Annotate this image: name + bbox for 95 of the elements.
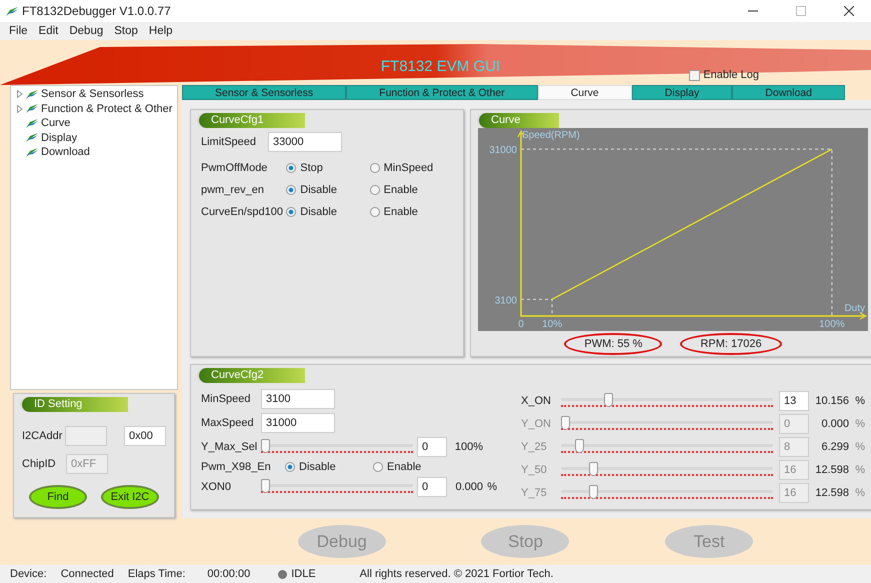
percent-text: 6.299 [820, 441, 849, 453]
limit-speed-field[interactable]: 33000 [268, 132, 342, 152]
speed-field[interactable]: 3100 [261, 389, 335, 409]
group-title: Curve [479, 113, 559, 128]
y-tick-label: 31000 [489, 145, 517, 156]
tree-item[interactable]: Display [17, 130, 177, 145]
menu-item[interactable]: Stop [109, 25, 143, 37]
value-field[interactable]: 0 [417, 437, 447, 457]
i2c-button[interactable]: Find [29, 485, 87, 509]
unit-text: % [854, 441, 865, 453]
tree-item[interactable]: Download [17, 145, 177, 160]
x-axis-title: Duty [844, 303, 865, 314]
tab[interactable]: Curve [538, 85, 632, 100]
y-axis-title: Speed(RPM) [522, 130, 580, 141]
tab[interactable]: Display [632, 85, 732, 100]
group-title: CurveCfg1 [199, 113, 305, 128]
slider[interactable] [561, 484, 773, 502]
expand-arrow-icon[interactable] [17, 90, 23, 98]
tab[interactable]: Download [732, 85, 846, 100]
slider-label: Y_50 [521, 464, 548, 476]
status-label: Elaps Time: [128, 568, 186, 580]
radio-option[interactable]: Disable [285, 461, 373, 473]
unit-text: % [486, 481, 497, 493]
value-field[interactable]: 0 [417, 477, 447, 497]
percent-text: 10.156 [814, 395, 849, 407]
state-text: IDLE [291, 568, 316, 580]
group-title: CurveCfg2 [199, 368, 305, 383]
percent-text: 12.598 [814, 464, 849, 476]
x-tick-label: 100% [819, 319, 845, 330]
window-title: FT8132Debugger V1.0.0.77 [22, 4, 172, 18]
address-field[interactable] [64, 426, 107, 446]
slider[interactable] [561, 415, 773, 433]
banner-title: FT8132 EVM GUI [380, 58, 500, 75]
leaf-icon [26, 118, 38, 128]
slider[interactable] [261, 478, 413, 496]
curve-config-panel: CurveCfg1 LimitSpeed 33000 PwmOffMode Stop MinSpeed pwm_rev_en Disable Enable CurveEn/spd100 Disable Enable [190, 109, 464, 357]
unit-text: % [854, 418, 865, 430]
percent-text: 0.000 [454, 481, 483, 493]
slider-label: Y_25 [521, 441, 548, 453]
enable-log-checkbox[interactable]: Enable Log [689, 69, 759, 81]
tree-item[interactable]: Curve [17, 116, 177, 130]
radio-option[interactable]: Disable [286, 184, 370, 196]
menu-item[interactable]: Debug [64, 25, 108, 37]
tree-item[interactable]: Sensor & Sensorless [17, 87, 177, 102]
slider[interactable] [561, 461, 773, 479]
leaf-icon [26, 104, 38, 114]
leaf-icon [6, 6, 18, 16]
expand-arrow-icon[interactable] [17, 104, 23, 113]
radio-option[interactable]: Enable [370, 206, 454, 218]
leaf-icon [26, 148, 38, 157]
device-status: Connected [60, 568, 114, 580]
radio-option[interactable]: Disable [286, 206, 370, 218]
x-tick-label: 10% [542, 319, 562, 330]
slider[interactable] [561, 392, 773, 410]
unit-text: % [854, 464, 865, 476]
tab[interactable]: Sensor & Sensorless [182, 85, 346, 100]
reading-text: RPM: 17026 [680, 333, 782, 355]
status-label: Device: [10, 568, 47, 580]
value-field[interactable]: 13 [779, 391, 809, 411]
menu-item[interactable]: Edit [34, 25, 64, 37]
close-icon [844, 6, 854, 16]
curve-config-panel: CurveCfg2 MinSpeed 3100 MaxSpeed 31000 Y_Max_Sel 0 100% Pwm_X98_En Disable Enable XON0 0 0.000 % X_ON 13 10.156 % Y_ON 0 0.000 % Y_25 8 6.299 % Y_50 16 12.598 % Y_75 16 12.598 % [190, 364, 871, 510]
radio-option[interactable]: Enable [370, 184, 454, 196]
id-setting-panel: ID Setting I2CAddr 0x00 ChipID 0xFF Find Exit I2C [13, 393, 175, 518]
minimize-icon [748, 10, 758, 12]
maximize-icon [796, 6, 806, 16]
menu-item[interactable]: Help [144, 25, 178, 37]
slider[interactable] [261, 438, 413, 456]
tree-item[interactable]: Function & Protect & Other [17, 102, 177, 116]
slider[interactable] [561, 438, 773, 456]
leaf-icon [26, 90, 38, 99]
status-dot-icon [278, 570, 288, 578]
slider-label: X_ON [521, 395, 552, 407]
elapsed-time: 00:00:00 [207, 568, 250, 580]
copyright-text: All rights reserved. © 2021 Fortior Tech. [360, 568, 554, 580]
x-tick-label: 0 [518, 319, 524, 330]
menu-item[interactable]: File [4, 25, 33, 37]
unit-text: % [854, 395, 865, 407]
unit-text: % [854, 487, 865, 499]
percent-text: 12.598 [814, 487, 849, 499]
tab[interactable]: Function & Protect & Other [346, 85, 538, 100]
percent-text: 0.000 [820, 418, 849, 430]
radio-option[interactable]: MinSpeed [370, 162, 454, 174]
address-value-field[interactable]: 0x00 [124, 426, 166, 446]
slider-label: Y_75 [521, 487, 548, 499]
radio-option[interactable]: Stop [286, 162, 370, 174]
y-tick-label: 3100 [494, 295, 517, 306]
speed-field[interactable]: 31000 [261, 413, 335, 433]
i2c-button[interactable]: Exit I2C [101, 485, 159, 509]
radio-option[interactable]: Enable [373, 461, 461, 473]
leaf-icon [26, 133, 38, 142]
reading-text: PWM: 55 % [564, 333, 662, 355]
group-title: ID Setting [22, 397, 128, 412]
percent-text: 100% [454, 441, 483, 453]
slider-label: Y_ON [521, 418, 552, 430]
